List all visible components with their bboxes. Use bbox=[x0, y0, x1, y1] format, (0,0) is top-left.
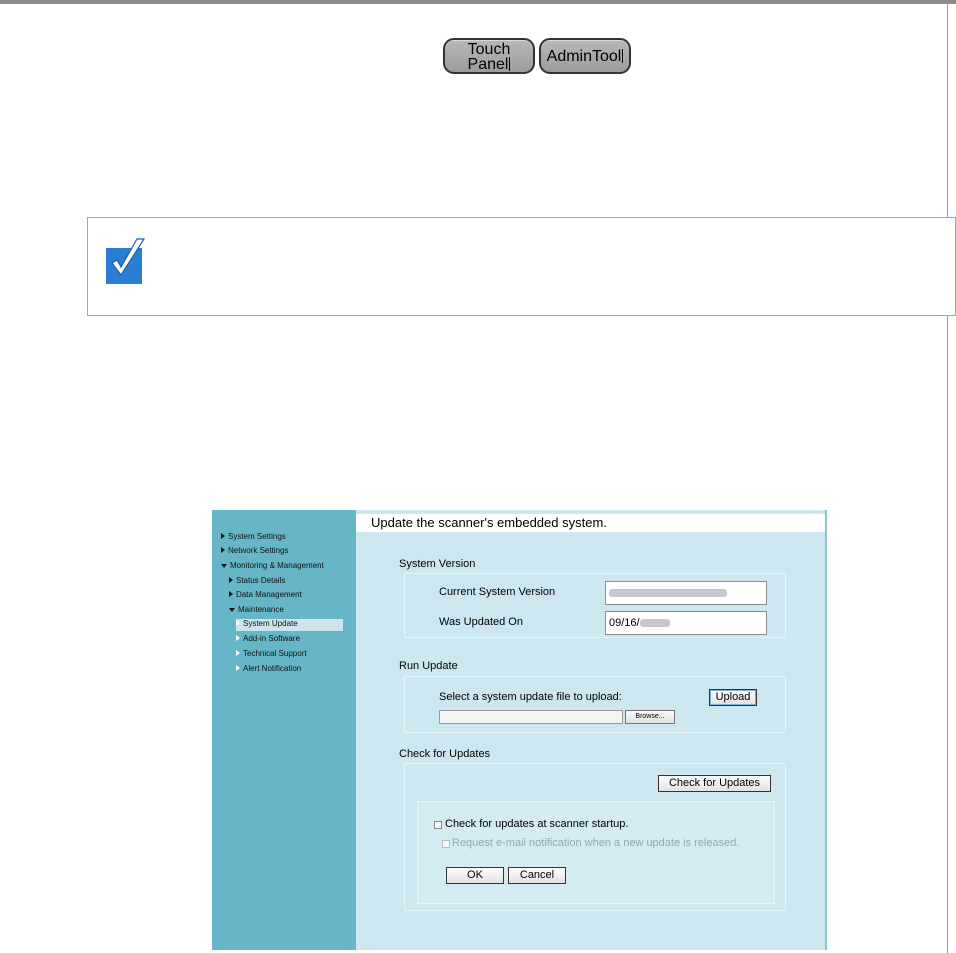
content-panel: Update the scanner's embedded system. Sy… bbox=[356, 510, 827, 950]
expand-arrow-icon bbox=[236, 620, 240, 626]
sidebar-item-system-settings[interactable]: System Settings bbox=[221, 532, 286, 542]
expand-arrow-icon bbox=[221, 547, 225, 553]
sidebar-item-technical-support[interactable]: Technical Support bbox=[236, 649, 307, 659]
top-rule bbox=[0, 0, 956, 4]
browse-button[interactable]: Browse... bbox=[625, 710, 675, 724]
expand-arrow-icon bbox=[236, 650, 240, 656]
run-update-group: Select a system update file to upload: U… bbox=[404, 676, 786, 733]
checkmark-icon bbox=[106, 238, 146, 284]
select-file-label: Select a system update file to upload: bbox=[439, 691, 622, 703]
updated-on-value: 09/16/ bbox=[609, 617, 640, 629]
redacted-value bbox=[609, 589, 727, 597]
run-update-heading: Run Update bbox=[399, 660, 458, 672]
admin-tool-screenshot: System Settings Network Settings Monitor… bbox=[212, 510, 827, 950]
current-version-field bbox=[605, 581, 767, 605]
system-version-heading: System Version bbox=[399, 558, 476, 570]
sidebar-item-status-details[interactable]: Status Details bbox=[229, 576, 285, 586]
expand-arrow-icon bbox=[236, 635, 240, 641]
check-for-updates-button[interactable]: Check for Updates bbox=[658, 775, 771, 792]
sidebar: System Settings Network Settings Monitor… bbox=[212, 510, 356, 950]
check-updates-heading: Check for Updates bbox=[399, 748, 491, 760]
sidebar-item-add-in-software[interactable]: Add-in Software bbox=[236, 634, 300, 644]
touch-panel-badge: Touch Panel bbox=[443, 38, 535, 74]
right-rule bbox=[947, 4, 948, 953]
sidebar-item-maintenance[interactable]: Maintenance bbox=[229, 605, 284, 615]
system-version-group: Current System Version Was Updated On 09… bbox=[404, 573, 786, 638]
updated-on-field: 09/16/ bbox=[605, 611, 767, 635]
touch-panel-line1: Touch bbox=[467, 41, 511, 58]
admin-tool-badge: AdminTool bbox=[539, 38, 631, 74]
check-updates-group: Check for Updates Check for updates at s… bbox=[404, 763, 786, 911]
sidebar-item-alert-notification[interactable]: Alert Notification bbox=[236, 664, 301, 674]
redacted-value bbox=[639, 619, 670, 627]
ok-button[interactable]: OK bbox=[446, 867, 504, 884]
sidebar-item-system-update[interactable]: System Update bbox=[236, 619, 343, 631]
sidebar-item-network-settings[interactable]: Network Settings bbox=[221, 546, 288, 556]
expand-arrow-icon bbox=[221, 533, 225, 539]
touch-panel-line2: Panel bbox=[467, 56, 509, 73]
startup-check-checkbox[interactable] bbox=[434, 821, 442, 829]
expand-arrow-icon bbox=[236, 665, 240, 671]
sidebar-item-data-management[interactable]: Data Management bbox=[229, 590, 302, 600]
update-options-panel: Check for updates at scanner startup. Re… bbox=[417, 801, 775, 904]
expand-arrow-icon bbox=[229, 577, 233, 583]
sidebar-item-monitoring-management[interactable]: Monitoring & Management bbox=[221, 561, 324, 571]
admin-tool-label: AdminTool bbox=[546, 48, 622, 65]
page-title: Update the scanner's embedded system. bbox=[356, 514, 825, 532]
expand-arrow-icon bbox=[229, 591, 233, 597]
updated-on-label: Was Updated On bbox=[439, 616, 523, 628]
collapse-arrow-icon bbox=[221, 564, 227, 568]
hint-box bbox=[87, 217, 956, 316]
cancel-button[interactable]: Cancel bbox=[508, 867, 566, 884]
collapse-arrow-icon bbox=[229, 608, 235, 612]
startup-check-label: Check for updates at scanner startup. bbox=[445, 818, 629, 830]
email-notify-checkbox[interactable] bbox=[442, 840, 450, 848]
file-path-input[interactable] bbox=[439, 710, 623, 724]
upload-button[interactable]: Upload bbox=[709, 689, 757, 706]
email-notify-label: Request e-mail notification when a new u… bbox=[452, 837, 740, 849]
current-version-label: Current System Version bbox=[439, 586, 556, 598]
